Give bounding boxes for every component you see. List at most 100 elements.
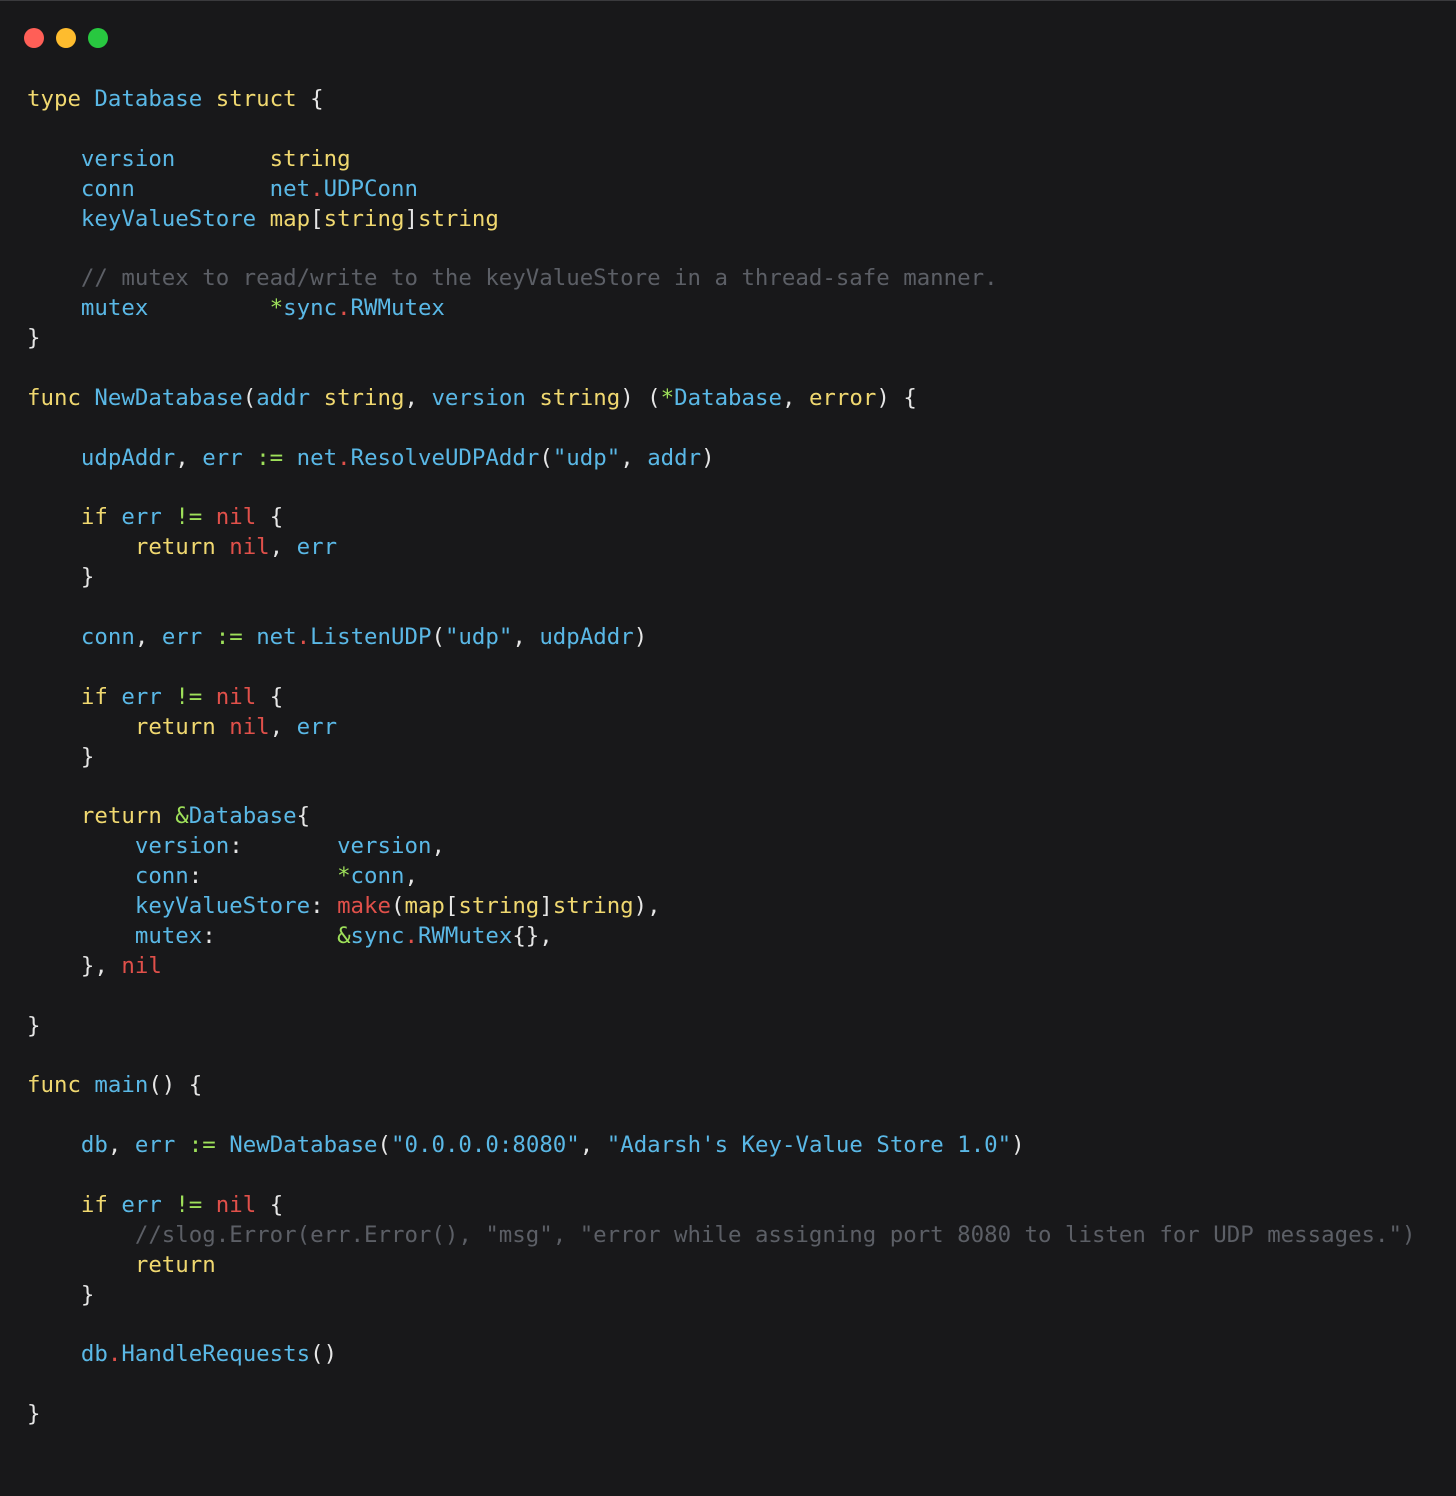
code-token: err [296, 713, 338, 740]
code-token: . [337, 444, 351, 471]
code-line: mutex: &sync.RWMutex{}, [27, 922, 1415, 952]
code-token: struct [215, 86, 297, 112]
maximize-button[interactable] [88, 28, 108, 48]
code-token: err [296, 534, 338, 561]
code-token: addr [647, 444, 702, 471]
code-line: if err != nil { [27, 503, 1415, 533]
code-token: } [27, 325, 41, 352]
code-token: . [310, 175, 324, 202]
code-token: , [134, 624, 162, 651]
code-line: } [27, 1281, 1415, 1311]
code-line: db, err := NewDatabase("0.0.0.0:8080", "… [27, 1131, 1415, 1161]
code-token: } [27, 1012, 41, 1039]
code-token: { [296, 803, 311, 830]
code-window: type Database struct { version string co… [0, 0, 1456, 1496]
code-token: , [431, 833, 445, 860]
code-line: if err != nil { [27, 683, 1415, 713]
code-token: err [121, 683, 162, 710]
code-token: & [337, 922, 351, 949]
close-button[interactable] [24, 28, 44, 48]
code-token: nil [229, 713, 270, 740]
code-token: type [27, 86, 81, 112]
code-token: , [269, 713, 297, 740]
code-line: mutex *sync.RWMutex [27, 294, 1415, 324]
code-token: RWMutex [417, 922, 513, 949]
window-controls [24, 28, 108, 48]
code-token: err [161, 624, 203, 651]
code-token: string [269, 145, 351, 172]
code-token: * [337, 863, 351, 890]
code-token: nil [229, 534, 270, 561]
code-token: , [175, 444, 203, 471]
code-token: func [27, 1072, 81, 1099]
code-token: * [660, 384, 675, 411]
code-token: if [80, 683, 108, 710]
code-token: ) { [876, 384, 917, 411]
code-token: * [269, 295, 284, 322]
code-token: () { [148, 1072, 203, 1099]
code-token: ) ( [620, 384, 661, 411]
code-token: != [175, 504, 203, 531]
code-token: conn [350, 863, 405, 890]
code-token: }, [27, 952, 122, 979]
code-token: ListenUDP [310, 624, 432, 651]
code-token: } [27, 1401, 41, 1428]
code-token: UDPConn [323, 175, 418, 202]
code-token: [ [444, 893, 459, 920]
code-token: . [296, 624, 311, 651]
code-token: { [256, 683, 284, 710]
code-token: ] [539, 893, 553, 920]
code-line: keyValueStore: make(map[string]string), [27, 892, 1415, 922]
code-line: return nil, err [27, 533, 1415, 563]
code-token: ) [633, 624, 648, 651]
code-token: if [80, 1191, 108, 1218]
code-token: version [80, 145, 176, 172]
code-token: : [229, 833, 338, 860]
code-token: , [107, 1132, 135, 1159]
minimize-button[interactable] [56, 28, 76, 48]
code-token: Database [94, 86, 203, 112]
code-token: != [175, 683, 203, 710]
code-token: & [175, 803, 189, 830]
code-token: nil [215, 504, 257, 531]
code-token: . [404, 922, 418, 949]
code-line: version: version, [27, 832, 1415, 862]
code-line: conn, err := net.ListenUDP("udp", udpAdd… [27, 623, 1415, 653]
code-token: string [552, 893, 634, 920]
code-token: version [431, 384, 526, 411]
code-token: net [269, 175, 311, 202]
code-line: type Database struct { [27, 85, 1415, 115]
code-line: udpAddr, err := net.ResolveUDPAddr("udp"… [27, 444, 1415, 474]
code-token: ), [633, 893, 661, 920]
code-token: map [269, 205, 311, 232]
code-token: , [269, 534, 297, 561]
code-token: , [579, 1132, 607, 1159]
